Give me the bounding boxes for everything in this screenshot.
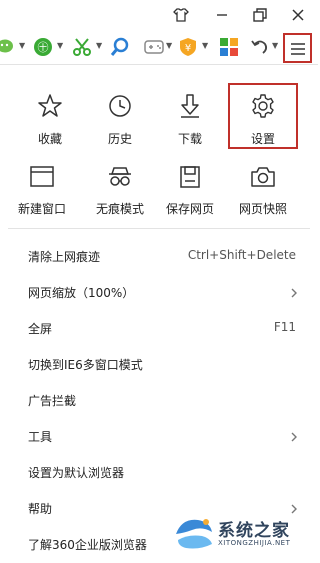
- star-icon: [38, 94, 62, 117]
- grid-item-new-window[interactable]: 新建窗口: [7, 164, 77, 217]
- menu-item-clear-history[interactable]: 清除上网痕迹 Ctrl+Shift+Delete: [0, 239, 318, 275]
- grid-item-history[interactable]: 历史: [85, 92, 155, 147]
- menu-item-label: 清除上网痕迹: [28, 250, 101, 264]
- grid-item-snapshot[interactable]: 网页快照: [228, 164, 298, 217]
- restore-icon[interactable]: [249, 4, 271, 26]
- chevron-down-icon[interactable]: ▼: [166, 41, 172, 50]
- gear-icon: [252, 94, 274, 118]
- chevron-right-icon: [291, 432, 297, 442]
- shortcut-text: F11: [273, 320, 296, 334]
- grid-item-favorites[interactable]: 收藏: [15, 92, 85, 147]
- menu-item-label: 全屏: [28, 322, 53, 336]
- menu-item-label: 设置为默认浏览器: [28, 466, 125, 480]
- download-icon: [181, 94, 199, 118]
- window-icon: [30, 166, 54, 187]
- scissors-icon[interactable]: [71, 36, 93, 58]
- clock-icon: [109, 95, 131, 117]
- chevron-down-icon[interactable]: ▼: [202, 41, 208, 50]
- toolbar: ▼ ㊉ ▼ ▼ ▼ ¥ ▼ ▼: [0, 30, 318, 65]
- menu-item-label: 了解360企业版浏览器: [28, 538, 147, 552]
- menu-icon: [291, 43, 305, 55]
- grid-item-settings[interactable]: 设置: [228, 92, 298, 147]
- divider: [8, 228, 310, 229]
- minimize-icon[interactable]: [211, 4, 233, 26]
- grid-label: 无痕模式: [95, 202, 144, 216]
- menu-item-set-default[interactable]: 设置为默认浏览器: [0, 455, 318, 491]
- grid-item-incognito[interactable]: 无痕模式: [85, 164, 155, 217]
- grid-item-save-page[interactable]: 保存网页: [155, 164, 225, 217]
- menu-item-zoom[interactable]: 网页缩放（100%）: [0, 275, 318, 311]
- save-icon: [180, 166, 200, 188]
- menu-item-label: 帮助: [28, 502, 53, 516]
- menu-button[interactable]: [283, 33, 312, 63]
- wechat-icon[interactable]: [0, 36, 18, 58]
- watermark-title: 系统之家: [218, 521, 290, 541]
- menu-item-tools[interactable]: 工具: [0, 419, 318, 455]
- menu-item-ie6-mode[interactable]: 切换到IE6多窗口模式: [0, 347, 318, 383]
- grid-label: 网页快照: [238, 202, 287, 216]
- grid-item-downloads[interactable]: 下载: [155, 92, 225, 147]
- menu-item-label: 网页缩放（100%）: [28, 286, 135, 300]
- menu-item-label: 工具: [28, 430, 53, 444]
- svg-text:㊉: ㊉: [38, 41, 49, 54]
- grid-label: 收藏: [37, 132, 62, 146]
- game-controller-icon[interactable]: [143, 36, 165, 58]
- menu-item-label: 广告拦截: [28, 394, 77, 408]
- watermark-url: XITONGZHIJIA.NET: [218, 539, 291, 547]
- camera-icon: [251, 167, 275, 187]
- chevron-right-icon: [291, 288, 297, 298]
- close-icon[interactable]: [287, 4, 309, 26]
- shield-yen-icon[interactable]: ¥: [177, 36, 199, 58]
- grid-label: 下载: [177, 132, 202, 146]
- chevron-down-icon[interactable]: ▼: [57, 41, 63, 50]
- menu-item-label: 切换到IE6多窗口模式: [28, 358, 143, 372]
- undo-icon[interactable]: [249, 36, 271, 58]
- apps-grid-icon[interactable]: [218, 36, 240, 58]
- grid-label: 历史: [107, 132, 132, 146]
- grid-label: 新建窗口: [17, 202, 66, 216]
- incognito-glasses-icon: [109, 167, 131, 186]
- chevron-down-icon[interactable]: ▼: [19, 41, 25, 50]
- watermark-logo-icon: [176, 519, 212, 549]
- chevron-down-icon[interactable]: ▼: [272, 41, 278, 50]
- chevron-down-icon[interactable]: ▼: [96, 41, 102, 50]
- shortcut-text: Ctrl+Shift+Delete: [187, 248, 296, 262]
- grid-label: 设置: [250, 132, 275, 146]
- green-circle-icon[interactable]: ㊉: [32, 36, 54, 58]
- menu-item-fullscreen[interactable]: 全屏 F11: [0, 311, 318, 347]
- svg-text:¥: ¥: [185, 43, 191, 54]
- menu-item-ad-block[interactable]: 广告拦截: [0, 383, 318, 419]
- title-bar: [0, 0, 318, 30]
- grid-label: 保存网页: [165, 202, 214, 216]
- search-icon[interactable]: [109, 36, 131, 58]
- watermark: 系统之家 XITONGZHIJIA.NET: [172, 512, 312, 556]
- skin-icon[interactable]: [170, 4, 192, 26]
